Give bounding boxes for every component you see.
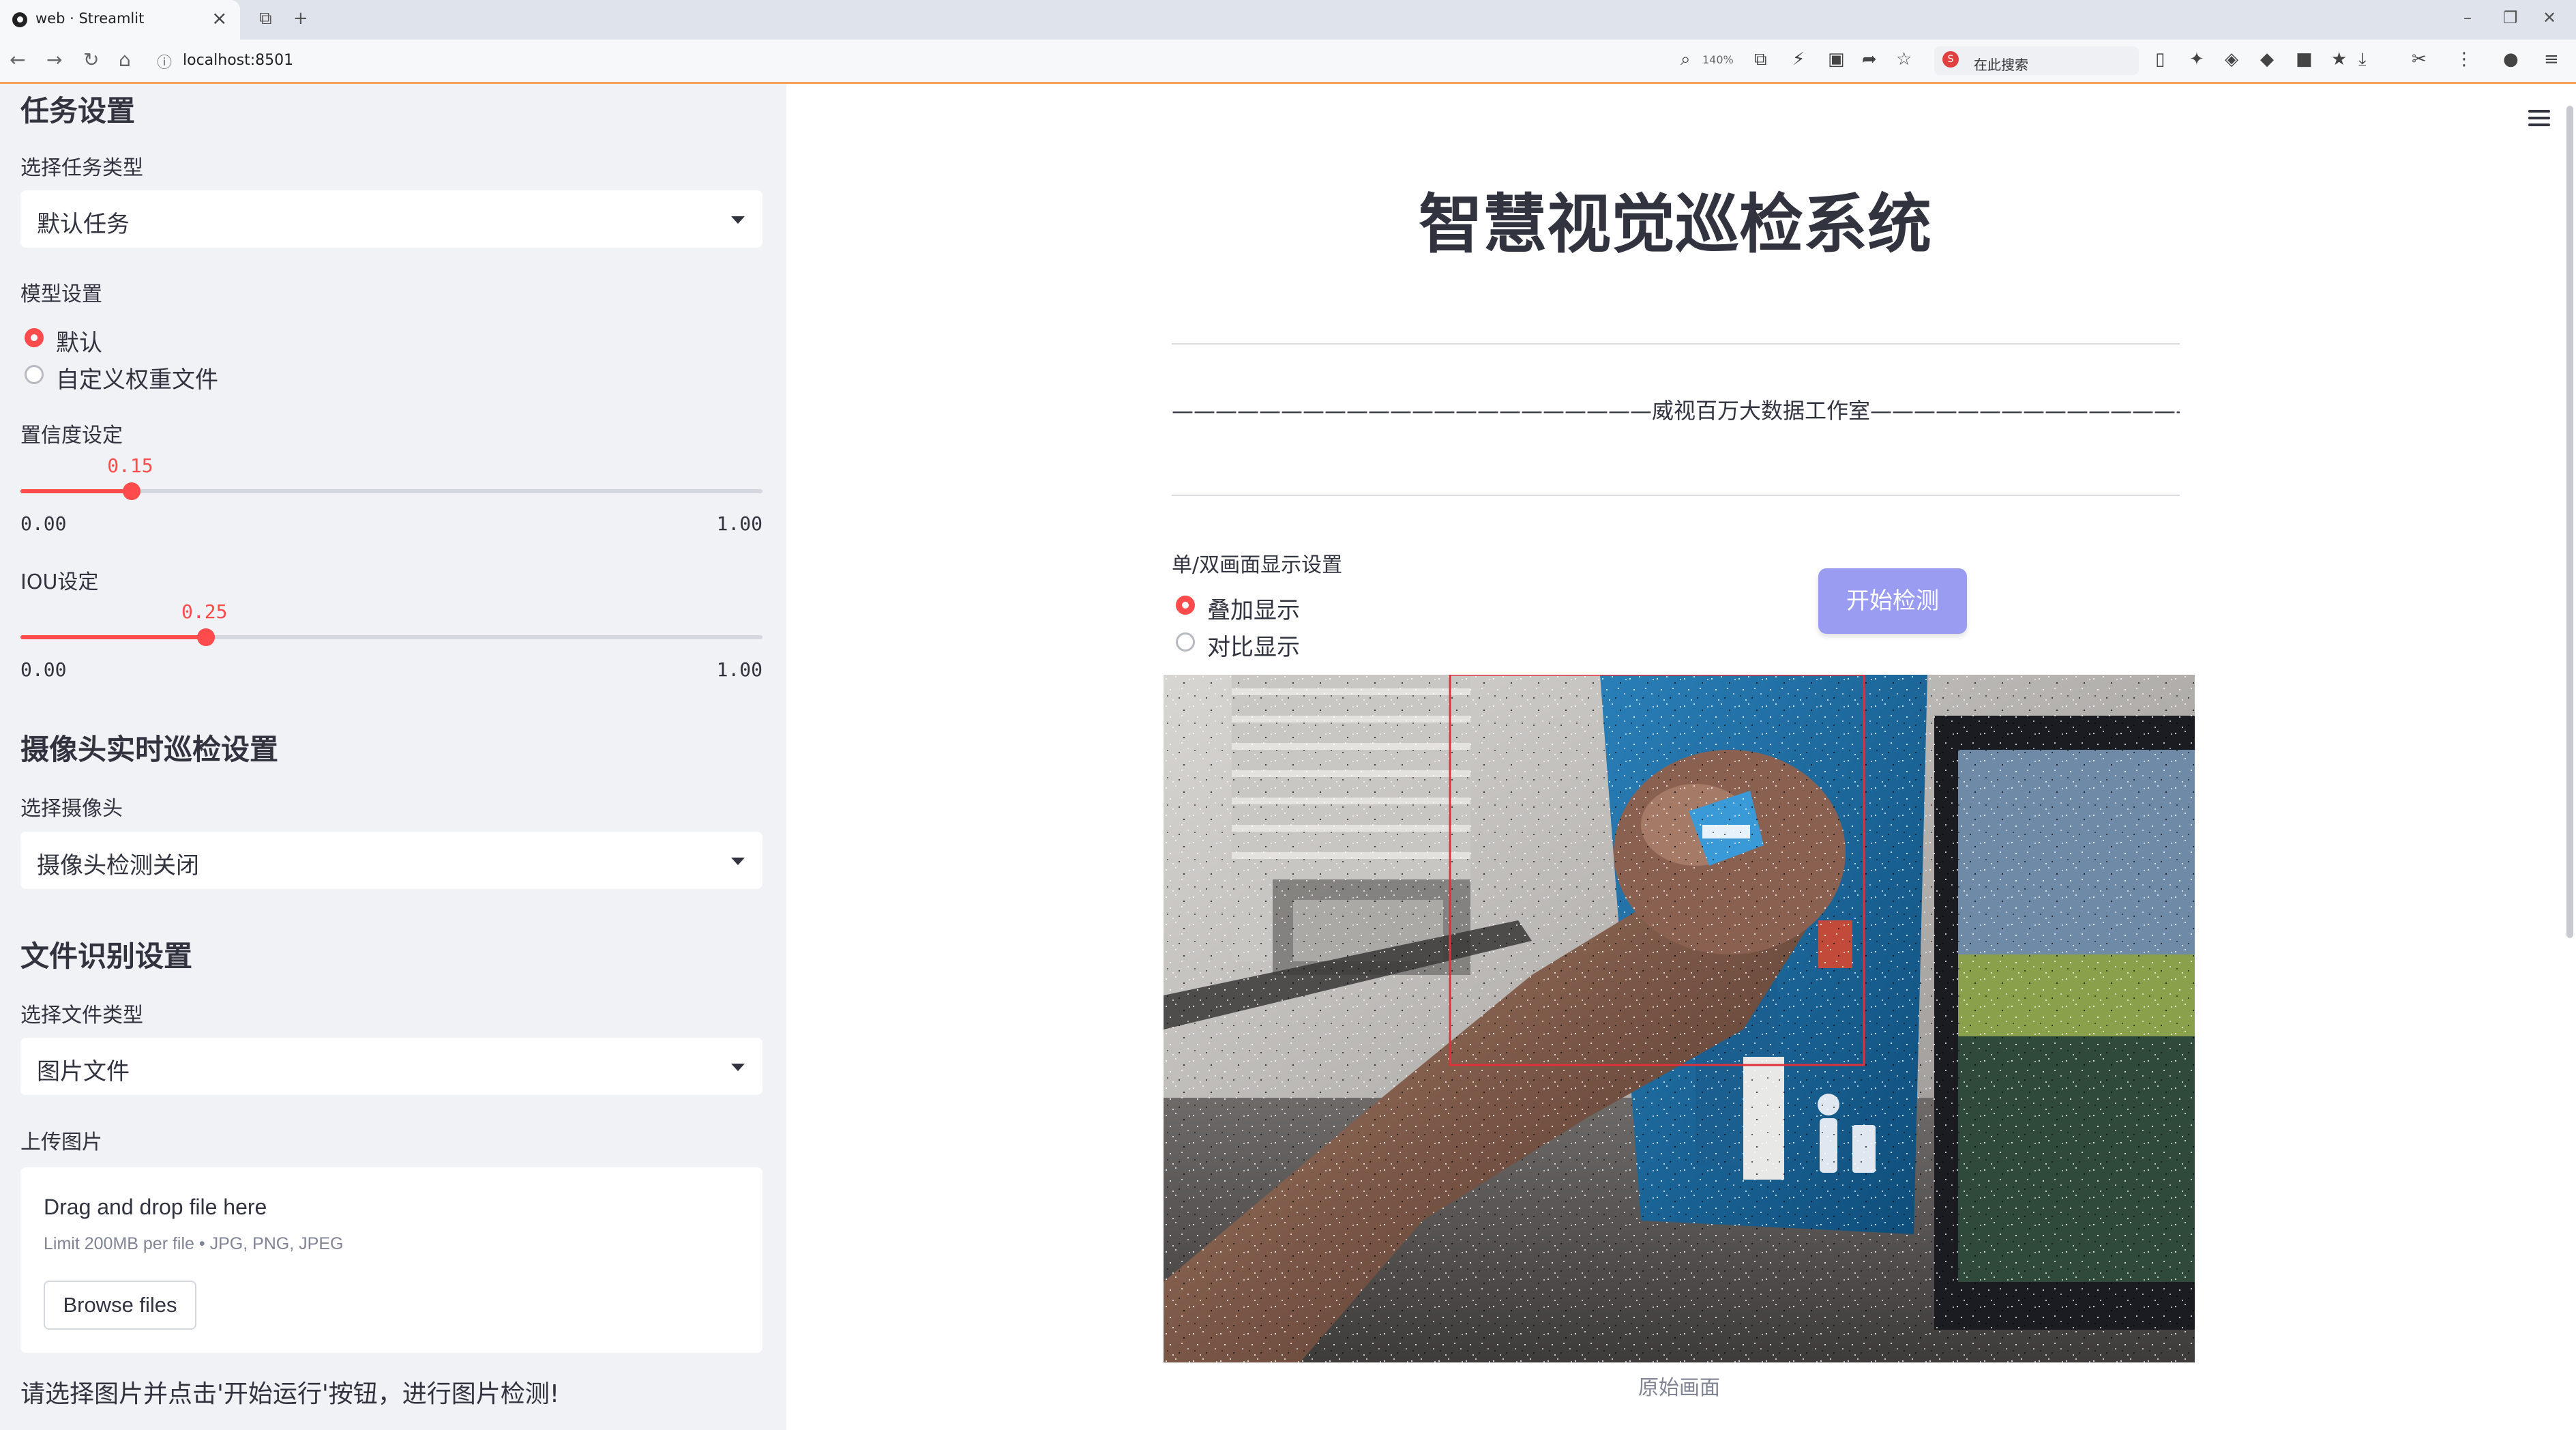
main-scrollbar[interactable] — [2566, 106, 2573, 938]
extension-2-icon[interactable]: ◈ — [2225, 49, 2238, 70]
confidence-slider-fill — [20, 489, 132, 493]
hamburger-menu-icon[interactable] — [2528, 108, 2553, 128]
display-option-label: 对比显示 — [1207, 634, 1300, 661]
zoom-level: 140% — [1702, 53, 1734, 66]
extension-4-icon[interactable]: ■ — [2296, 49, 2313, 70]
browser-menu-icon[interactable]: ≡ — [2544, 49, 2559, 70]
upload-limit-text: Limit 200MB per file • JPG, PNG, JPEG — [44, 1234, 344, 1253]
confidence-max: 1.00 — [716, 512, 763, 535]
iou-value: 0.25 — [181, 600, 228, 623]
window-close-icon[interactable]: ✕ — [2543, 8, 2556, 27]
iou-slider[interactable] — [20, 628, 763, 646]
url-field[interactable]: ⓘ localhost:8501 — [153, 45, 1599, 76]
camera-select-label: 选择摄像头 — [20, 797, 123, 821]
extension-icon[interactable]: ✦ — [2189, 49, 2204, 70]
start-detection-button[interactable]: 开始检测 — [1818, 568, 1967, 634]
camera-select[interactable]: 摄像头检测关闭 — [20, 832, 763, 889]
iou-min: 0.00 — [20, 658, 67, 681]
browser-tab[interactable]: web · Streamlit × — [0, 0, 240, 40]
more-icon[interactable]: ⋮ — [2455, 49, 2473, 70]
zoom-icon[interactable]: ⌕ — [1681, 49, 1691, 70]
chevron-down-icon — [731, 1064, 745, 1071]
browser-tab-bar: web · Streamlit × ⧉ + – ❐ ✕ — [0, 0, 2576, 40]
confidence-label: 置信度设定 — [20, 424, 123, 448]
task-type-label: 选择任务类型 — [20, 156, 143, 180]
iou-slider-thumb[interactable] — [197, 628, 215, 646]
model-option-label: 默认 — [56, 330, 102, 357]
task-type-value: 默认任务 — [37, 211, 130, 238]
extension-3-icon[interactable]: ◆ — [2260, 49, 2274, 70]
radio-selected-icon[interactable] — [1176, 596, 1195, 615]
translate-icon[interactable]: ⧉ — [1754, 49, 1767, 70]
streamlit-favicon-icon — [12, 12, 27, 27]
sidebar: 任务设置 选择任务类型 默认任务 模型设置 默认 自定义权重文件 置信度设定 0… — [0, 84, 786, 1430]
radio-selected-icon[interactable] — [25, 328, 44, 347]
mobile-icon[interactable]: ▯ — [2155, 49, 2165, 70]
chevron-down-icon — [731, 216, 745, 224]
back-icon[interactable]: ← — [10, 48, 25, 71]
lightning-icon[interactable]: ⚡ — [1792, 49, 1805, 70]
tab-close-icon[interactable]: × — [211, 7, 227, 29]
iou-max: 1.00 — [716, 658, 763, 681]
address-bar: ← → ↻ ⌂ ⓘ localhost:8501 ⌕ 140% ⧉ ⚡ ▣ ➦ … — [0, 40, 2576, 83]
iou-label: IOU设定 — [20, 570, 99, 594]
profile-avatar-icon[interactable]: ● — [2503, 49, 2519, 70]
site-info-icon[interactable]: ⓘ — [157, 50, 172, 72]
camera-settings-heading: 摄像头实时巡检设置 — [20, 733, 279, 766]
browser-search-box[interactable]: S 在此搜索 — [1934, 46, 2139, 75]
confidence-value: 0.15 — [107, 454, 153, 477]
page-title: 智慧视觉巡检系统 — [1418, 188, 1931, 262]
upload-label: 上传图片 — [20, 1130, 102, 1154]
instruction-note: 请选择图片并点击'开始运行'按钮，进行图片检测! — [20, 1380, 560, 1408]
screenshot-icon[interactable]: ▣ — [1828, 49, 1845, 70]
camera-select-value: 摄像头检测关闭 — [37, 852, 199, 879]
share-icon[interactable]: ➦ — [1862, 49, 1877, 70]
radio-unselected-icon[interactable] — [25, 365, 44, 384]
minimize-icon[interactable]: – — [2463, 8, 2472, 27]
new-tab-icon[interactable]: + — [293, 8, 308, 29]
favorite-icon[interactable]: ☆ — [1896, 49, 1912, 70]
task-type-select[interactable]: 默认任务 — [20, 190, 763, 248]
file-type-label: 选择文件类型 — [20, 1004, 143, 1027]
file-uploader-dropzone[interactable]: Drag and drop file here Limit 200MB per … — [20, 1167, 763, 1353]
confidence-slider[interactable] — [20, 482, 763, 500]
file-settings-heading: 文件识别设置 — [20, 939, 193, 973]
search-placeholder: 在此搜索 — [1974, 57, 2028, 73]
display-option-label: 叠加显示 — [1207, 597, 1300, 624]
image-caption: 原始画面 — [1638, 1376, 1720, 1400]
display-mode-label: 单/双画面显示设置 — [1172, 553, 1343, 577]
divider-bottom — [1172, 495, 2180, 496]
restore-icon[interactable]: ❐ — [2503, 8, 2518, 27]
search-engine-icon: S — [1942, 51, 1959, 68]
model-option-label: 自定义权重文件 — [56, 366, 218, 394]
main-content: 智慧视觉巡检系统 ——————————————————————威视百万大数据工作… — [786, 84, 2576, 1430]
forward-icon[interactable]: → — [46, 48, 62, 71]
confidence-slider-thumb[interactable] — [123, 482, 141, 500]
file-type-select[interactable]: 图片文件 — [20, 1038, 763, 1095]
chevron-down-icon — [731, 858, 745, 865]
confidence-min: 0.00 — [20, 512, 67, 535]
task-settings-heading: 任务设置 — [20, 94, 136, 128]
home-icon[interactable]: ⌂ — [119, 48, 131, 71]
model-settings-label: 模型设置 — [20, 282, 102, 306]
studio-subtitle: ——————————————————————威视百万大数据工作室————————… — [1172, 398, 2180, 424]
tab-grid-icon[interactable]: ⧉ — [259, 8, 272, 29]
tab-title: web · Streamlit — [35, 10, 145, 27]
bookmarks-icon[interactable]: ★ — [2331, 49, 2347, 70]
scissors-icon[interactable]: ✂ — [2412, 49, 2427, 70]
radio-unselected-icon[interactable] — [1176, 632, 1195, 652]
detection-result-image — [1164, 675, 2195, 1362]
url-text: localhost:8501 — [183, 52, 294, 69]
reload-icon[interactable]: ↻ — [83, 48, 99, 71]
file-type-value: 图片文件 — [37, 1058, 130, 1085]
divider-top — [1172, 343, 2180, 345]
download-icon[interactable]: ⤓ — [2358, 49, 2367, 70]
upload-drag-text: Drag and drop file here — [44, 1195, 267, 1219]
camera-frame-image — [1164, 675, 2195, 1362]
browse-files-button[interactable]: Browse files — [44, 1281, 196, 1330]
iou-slider-fill — [20, 635, 206, 639]
